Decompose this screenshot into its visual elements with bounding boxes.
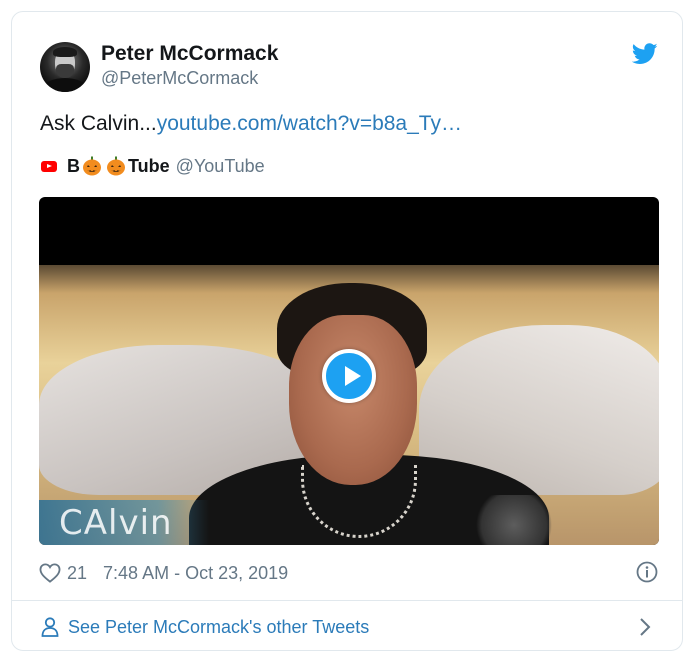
chevron-right-icon[interactable] <box>638 617 652 637</box>
video-source[interactable]: B Tube @YouTube <box>41 153 265 179</box>
author-avatar[interactable] <box>40 42 90 92</box>
author-handle[interactable]: @PeterMcCormack <box>101 68 258 89</box>
tweet-link[interactable]: youtube.com/watch?v=b8a_Ty… <box>157 112 462 135</box>
source-name-suffix: Tube <box>128 155 170 176</box>
play-icon[interactable] <box>322 349 376 403</box>
video-player[interactable]: CAlvin <box>39 197 659 545</box>
source-handle[interactable]: @YouTube <box>176 156 265 177</box>
person-icon <box>41 617 59 637</box>
info-icon[interactable] <box>636 561 658 583</box>
pumpkin-icon <box>83 156 101 176</box>
tweet-body: Ask Calvin... <box>40 112 157 135</box>
source-name[interactable]: B Tube <box>67 156 170 177</box>
pumpkin-icon <box>107 156 125 176</box>
author-name[interactable]: Peter McCormack <box>101 42 278 66</box>
video-watermark: CAlvin <box>59 503 173 543</box>
tweet-text: Ask Calvin...youtube.com/watch?v=b8a_Ty… <box>40 112 462 136</box>
heart-icon[interactable] <box>39 563 61 583</box>
other-tweets-label: See Peter McCormack's other Tweets <box>68 616 370 637</box>
source-name-prefix: B <box>67 155 80 176</box>
tweet-meta: 21 7:48 AM - Oct 23, 2019 <box>39 561 288 585</box>
tweet-timestamp[interactable]: 7:48 AM - Oct 23, 2019 <box>103 563 288 584</box>
other-tweets-link[interactable]: See Peter McCormack's other Tweets <box>41 614 369 640</box>
like-count[interactable]: 21 <box>67 563 87 584</box>
youtube-icon <box>41 160 57 172</box>
tweet-card: Peter McCormack @PeterMcCormack Ask Calv… <box>11 11 683 651</box>
video-thumbnail: CAlvin <box>39 265 659 545</box>
divider <box>12 600 682 601</box>
twitter-bird-icon[interactable] <box>632 43 658 65</box>
